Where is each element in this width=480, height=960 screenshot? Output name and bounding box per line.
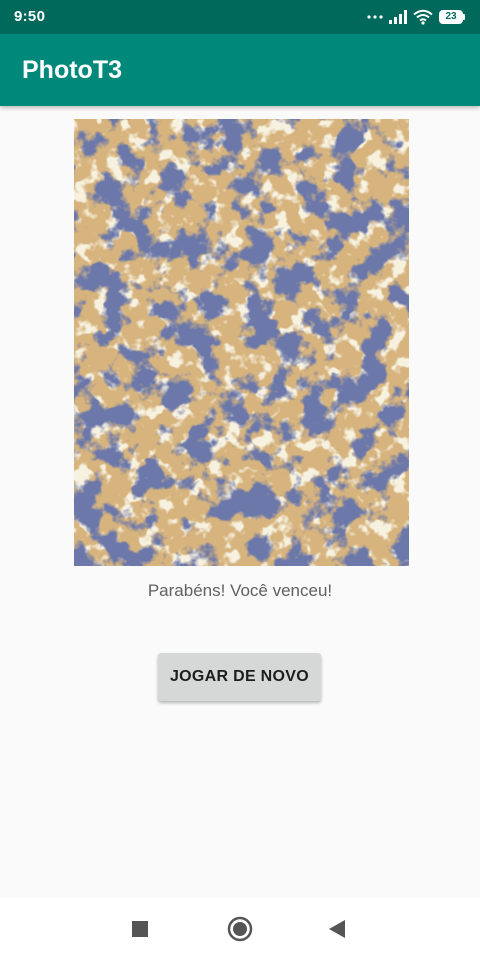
app-screen: 9:50 23 PhotoT3 Parabéns! Você venceu! J… [0,0,480,960]
recents-icon[interactable] [126,915,154,943]
battery-icon: 23 [439,10,466,24]
marble-texture [74,119,409,566]
wifi-icon [413,9,433,25]
signal-icon [389,10,407,24]
home-icon[interactable] [226,915,254,943]
status-icons: 23 [367,7,466,27]
dots-icon [367,15,383,19]
status-bar: 9:50 23 [0,0,480,34]
win-message: Parabéns! Você venceu! [147,581,333,600]
play-again-button[interactable]: JOGAR DE NOVO [158,653,321,701]
status-time: 9:50 [14,8,46,25]
puzzle-image [74,119,409,566]
app-bar: PhotoT3 [0,34,480,106]
app-title: PhotoT3 [22,56,122,84]
navigation-bar [0,898,480,960]
battery-level: 23 [445,11,457,22]
back-icon[interactable] [323,915,351,943]
